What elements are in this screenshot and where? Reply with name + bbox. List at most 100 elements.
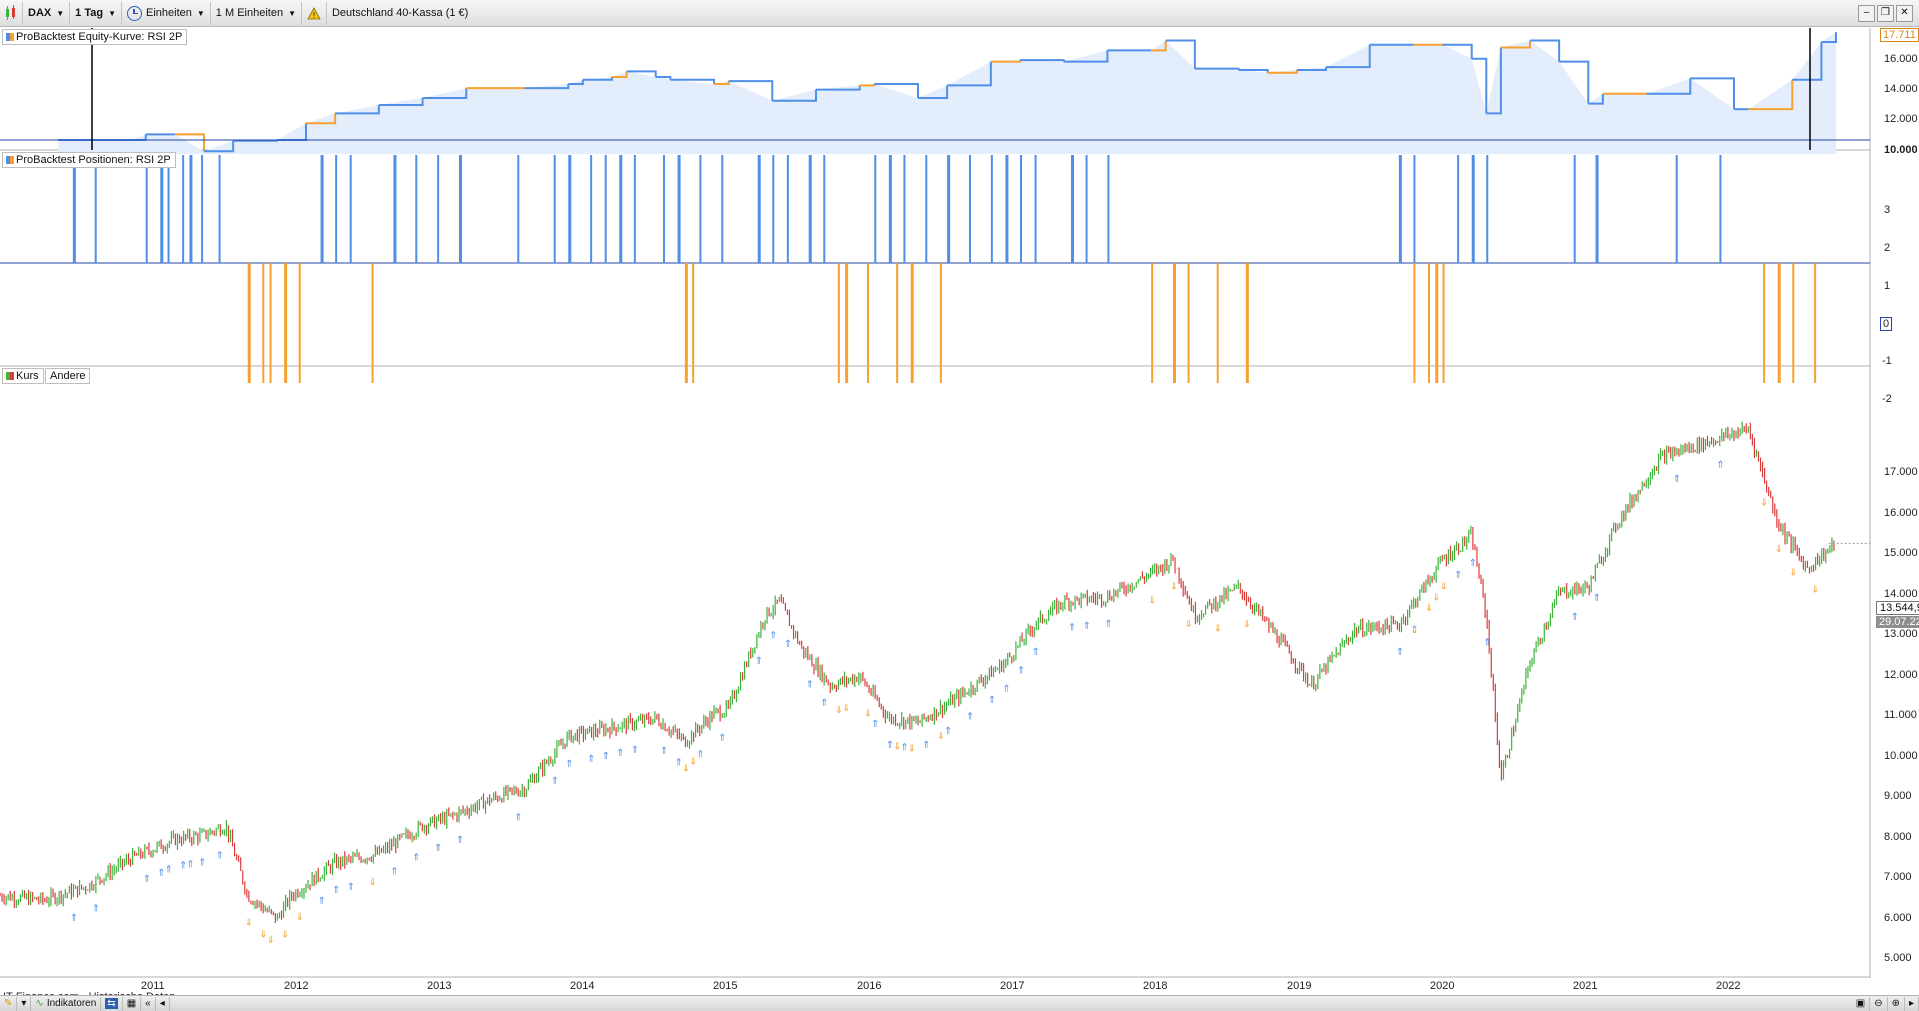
drawing-tool-icon[interactable]: ✎	[0, 996, 18, 1011]
position-bar-long	[335, 155, 338, 263]
position-bar-long	[1413, 155, 1416, 263]
svg-text:!: !	[313, 11, 315, 20]
chevron-down-icon[interactable]: ▾	[17, 996, 32, 1011]
position-bar-long	[1486, 155, 1489, 263]
buy-signal-arrow: ⇑	[922, 740, 930, 751]
positions-scale-label: -1	[1882, 355, 1892, 367]
price-scale-label: 5.000	[1884, 952, 1912, 964]
position-bar-long	[808, 155, 812, 263]
position-bar-long	[969, 155, 971, 263]
positions-panel-title: ProBacktest Positionen: RSI 2P	[16, 154, 171, 166]
equity-panel-label[interactable]: ProBacktest Equity-Kurve: RSI 2P	[2, 29, 188, 45]
price-panel-label[interactable]: Kurs	[2, 368, 44, 384]
position-bar-long	[874, 155, 877, 263]
position-bar-short	[1435, 263, 1439, 383]
timeframe-select[interactable]: 1 Tag ▼	[70, 1, 122, 25]
position-bar-long	[1471, 155, 1475, 263]
candlestick-icon[interactable]	[0, 1, 23, 25]
year-label: 2017	[1000, 980, 1025, 992]
price-scale-label: 14.000	[1884, 588, 1918, 600]
sell-signal-arrow: ⇓	[842, 703, 850, 714]
indicators-label: Indikatoren	[46, 998, 97, 1009]
position-bar-short	[284, 263, 288, 383]
buy-signal-arrow: ⇑	[784, 639, 792, 650]
position-bar-long	[604, 155, 607, 263]
position-bar-short	[1428, 263, 1430, 383]
positions-panel-label[interactable]: ProBacktest Positionen: RSI 2P	[2, 152, 176, 168]
buy-signal-arrow: ⇑	[198, 857, 206, 868]
chart-canvas[interactable]: ⇑ ⇑ ⇑ ⇑ ⇑ ⇑ ⇑ ⇑ ⇑ ⇑ ⇑ ⇑ ⇑ ⇑ ⇑ ⇑ ⇑ ⇑ ⇑ ⇑ ⇑ ⇑ ⇑ ⇑ ⇑ ⇑ ⇑ ⇑ ⇑ ⇑ ⇑ ⇑ ⇑ ⇑ ⇑ ⇑ ⇑ ⇑ ⇑ ⇑…	[0, 28, 1919, 978]
position-bar-long	[757, 155, 761, 263]
restore-icon[interactable]: ❐	[1877, 4, 1894, 22]
chevron-down-icon: ▼	[108, 8, 116, 18]
current-price-badge: 13.544,9	[1876, 601, 1919, 615]
buy-signal-arrow: ⇑	[1716, 460, 1724, 471]
layout-icon[interactable]: ▦	[123, 996, 142, 1011]
units-select[interactable]: Einheiten ▼	[122, 1, 211, 25]
buy-signal-arrow: ⇑	[347, 882, 355, 893]
close-icon[interactable]: ✕	[1896, 4, 1913, 22]
timeframe-label: 1 Tag	[75, 7, 104, 19]
buy-signal-arrow: ⇑	[871, 719, 879, 730]
position-bar-short	[1245, 263, 1249, 383]
position-bar-long	[393, 155, 397, 263]
price-other-label[interactable]: Andere	[45, 368, 91, 384]
buy-signal-arrow: ⇑	[1469, 558, 1477, 569]
zoom-out-icon[interactable]: ⊖	[1870, 996, 1888, 1011]
zoom-in-icon[interactable]: ⊕	[1888, 996, 1905, 1011]
instrument-select[interactable]: DAX ▼	[23, 1, 71, 25]
buy-signal-arrow: ⇑	[1002, 684, 1010, 695]
buy-signal-arrow: ⇑	[216, 851, 224, 862]
position-bar-short	[269, 263, 272, 383]
buy-signal-arrow: ⇑	[587, 754, 595, 765]
buy-signal-arrow: ⇑	[332, 885, 340, 896]
sell-signal-arrow: ⇓	[937, 731, 945, 742]
price-scale-label: 13.000	[1884, 628, 1918, 640]
scroll-left-fast-icon[interactable]: «	[141, 996, 156, 1011]
sell-signal-arrow: ⇓	[1760, 497, 1768, 508]
bottom-toolbar: ✎ ▾ ∿ Indikatoren ⇆ ▦ « ◂ ▣ ⊖ ⊕ ▸	[0, 995, 1919, 1011]
lock-icon[interactable]: ▣	[1852, 996, 1871, 1011]
buy-signal-arrow: ⇑	[988, 695, 996, 706]
sell-signal-arrow: ⇓	[267, 935, 275, 946]
buy-signal-arrow: ⇑	[165, 865, 173, 876]
warning-icon[interactable]: !	[302, 1, 327, 25]
positions-scale-label: 3	[1884, 204, 1891, 216]
minimize-icon[interactable]: –	[1858, 4, 1875, 22]
buy-signal-arrow: ⇑	[1083, 621, 1091, 632]
buy-signal-arrow: ⇑	[769, 630, 777, 641]
buy-signal-arrow: ⇑	[966, 711, 974, 722]
buy-signal-arrow: ⇑	[1032, 647, 1040, 658]
position-bar-long	[721, 155, 724, 263]
positions-scale-label: 1	[1884, 280, 1891, 292]
positions-scale-label: -2	[1882, 393, 1892, 405]
buy-signal-arrow: ⇑	[1483, 637, 1491, 648]
chart-area[interactable]: ⇑ ⇑ ⇑ ⇑ ⇑ ⇑ ⇑ ⇑ ⇑ ⇑ ⇑ ⇑ ⇑ ⇑ ⇑ ⇑ ⇑ ⇑ ⇑ ⇑ ⇑ ⇑ ⇑ ⇑ ⇑ ⇑ ⇑ ⇑ ⇑ ⇑ ⇑ ⇑ ⇑ ⇑ ⇑ ⇑ ⇑ ⇑ ⇑ ⇑…	[0, 28, 1919, 1003]
position-bar-long	[619, 155, 623, 263]
sell-signal-arrow: ⇓	[1214, 623, 1222, 634]
position-bar-long	[1595, 155, 1599, 263]
position-bar-long	[72, 155, 76, 263]
equity-segment	[990, 60, 1021, 63]
indicators-button[interactable]: ∿ Indikatoren	[31, 996, 102, 1011]
year-label: 2021	[1573, 980, 1598, 992]
position-bar-long	[1085, 155, 1088, 263]
scroll-right-icon[interactable]: ▸	[1905, 996, 1919, 1011]
price-scale-label: 16.000	[1884, 507, 1918, 519]
buy-signal-arrow: ⇑	[1593, 593, 1601, 604]
chevron-down-icon: ▼	[288, 8, 296, 18]
year-label: 2022	[1716, 980, 1741, 992]
scroll-left-icon[interactable]: ◂	[156, 996, 170, 1011]
buy-signal-arrow: ⇑	[1396, 647, 1404, 658]
position-bar-short	[298, 263, 301, 383]
share-icon[interactable]: ⇆	[101, 996, 123, 1011]
position-bar-short	[371, 263, 374, 383]
position-bar-long	[1719, 155, 1722, 263]
position-bar-long	[1398, 155, 1402, 263]
buy-signal-arrow: ⇑	[143, 874, 151, 885]
buy-signal-arrow: ⇑	[1673, 474, 1681, 485]
position-bar-long	[201, 155, 204, 263]
position-bar-short	[837, 263, 840, 383]
position-bar-long	[1457, 155, 1460, 263]
units-count-select[interactable]: 1 M Einheiten ▼	[211, 1, 302, 25]
